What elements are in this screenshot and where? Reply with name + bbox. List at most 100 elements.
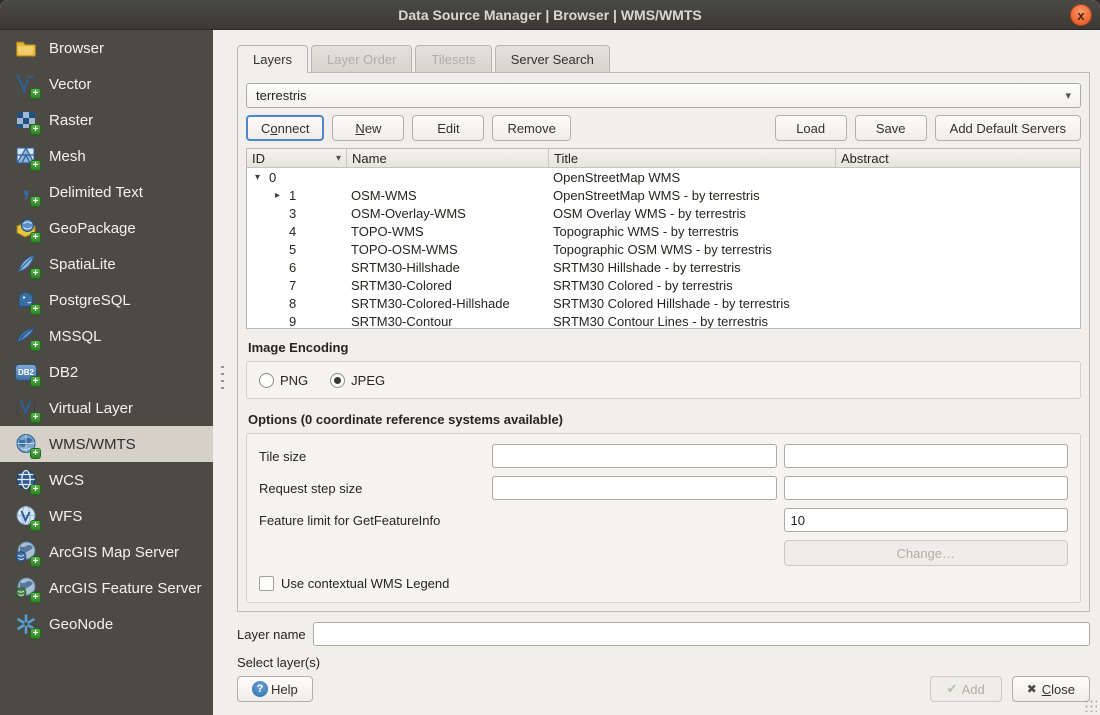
image-encoding-title: Image Encoding [248, 340, 1081, 355]
layer-name-label: Layer name [237, 627, 313, 642]
tab-server-search[interactable]: Server Search [495, 45, 610, 72]
sidebar-item-wms-wmts[interactable]: + WMS/WMTS [0, 426, 213, 462]
raster-icon: + [13, 107, 39, 133]
tile-height-input[interactable] [784, 444, 1069, 468]
tile-size-label: Tile size [259, 449, 485, 464]
tree-expander-icon[interactable]: ▸ [271, 190, 284, 201]
sidebar-item-mssql[interactable]: + MSSQL [0, 318, 213, 354]
table-row[interactable]: 5 TOPO-OSM-WMS Topographic OSM WMS - by … [247, 240, 1080, 258]
sidebar-item-spatialite[interactable]: + SpatiaLite [0, 246, 213, 282]
table-row[interactable]: 3 OSM-Overlay-WMS OSM Overlay WMS - by t… [247, 204, 1080, 222]
jpeg-radio[interactable]: JPEG [330, 373, 385, 388]
server-connection-select[interactable]: terrestris ▾ [246, 83, 1081, 108]
column-header-name[interactable]: Name [347, 149, 549, 167]
tab-layers[interactable]: Layers [237, 45, 308, 72]
sidebar-item-mesh[interactable]: + Mesh [0, 138, 213, 174]
sidebar-item-delimited-text[interactable]: , + Delimited Text [0, 174, 213, 210]
sidebar-item-browser[interactable]: Browser [0, 30, 213, 66]
sidebar-item-label: Virtual Layer [49, 400, 133, 417]
virtual-layer-icon: + [13, 395, 39, 421]
sidebar-item-label: SpatiaLite [49, 256, 116, 273]
table-row[interactable]: ▸1 OSM-WMS OpenStreetMap WMS - by terres… [247, 186, 1080, 204]
vector-icon: + [13, 71, 39, 97]
table-row[interactable]: 8 SRTM30-Colored-Hillshade SRTM30 Colore… [247, 294, 1080, 312]
wcs-icon: + [13, 467, 39, 493]
add-layer-badge-icon: + [30, 484, 41, 495]
sidebar-item-wfs[interactable]: + WFS [0, 498, 213, 534]
connect-button[interactable]: Connect [246, 115, 324, 141]
table-row[interactable]: ▾0 OpenStreetMap WMS [247, 168, 1080, 186]
table-row[interactable]: 9 SRTM30-Contour SRTM30 Contour Lines - … [247, 312, 1080, 329]
sidebar-item-label: WCS [49, 472, 84, 489]
help-question-icon: ? [252, 681, 268, 697]
table-row[interactable]: 6 SRTM30-Hillshade SRTM30 Hillshade - by… [247, 258, 1080, 276]
save-button[interactable]: Save [855, 115, 927, 141]
data-source-manager-window: Data Source Manager | Browser | WMS/WMTS… [0, 0, 1100, 715]
source-type-sidebar: Browser + Vector + Raster + [0, 30, 213, 715]
add-layer-badge-icon: + [30, 124, 41, 135]
add-layer-badge-icon: + [30, 304, 41, 315]
sidebar-item-geonode[interactable]: + GeoNode [0, 606, 213, 642]
add-layer-badge-icon: + [30, 160, 41, 171]
request-step-width-input[interactable] [492, 476, 777, 500]
sidebar-item-raster[interactable]: + Raster [0, 102, 213, 138]
sidebar-item-label: DB2 [49, 364, 78, 381]
arcgis-feature-server-icon: + [13, 575, 39, 601]
close-x-icon: ✖ [1027, 682, 1037, 696]
add-layer-badge-icon: + [30, 340, 41, 351]
add-layer-badge-icon: + [30, 628, 41, 639]
column-header-id[interactable]: ID ▾ [247, 149, 347, 167]
tile-width-input[interactable] [492, 444, 777, 468]
sidebar-item-label: Raster [49, 112, 93, 129]
sidebar-item-label: Mesh [49, 148, 86, 165]
sidebar-item-vector[interactable]: + Vector [0, 66, 213, 102]
layers-tree-table: ID ▾ Name Title Abstract ▾0 OpenStreetMa… [246, 148, 1081, 329]
add-layer-badge-icon: + [30, 448, 41, 459]
new-button[interactable]: New [332, 115, 404, 141]
help-button[interactable]: ? Help [237, 676, 313, 702]
sidebar-item-label: WMS/WMTS [49, 436, 136, 453]
table-header: ID ▾ Name Title Abstract [247, 149, 1080, 168]
table-row[interactable]: 4 TOPO-WMS Topographic WMS - by terrestr… [247, 222, 1080, 240]
window-close-button[interactable]: x [1070, 4, 1092, 26]
close-icon: x [1077, 9, 1084, 22]
remove-button[interactable]: Remove [492, 115, 570, 141]
window-title: Data Source Manager | Browser | WMS/WMTS [398, 7, 701, 23]
sidebar-item-arcgis-feature-server[interactable]: + ArcGIS Feature Server [0, 570, 213, 606]
request-step-height-input[interactable] [784, 476, 1069, 500]
wms-wmts-page: Layers Layer Order Tilesets Server Searc… [213, 30, 1100, 715]
add-default-servers-button[interactable]: Add Default Servers [935, 115, 1081, 141]
sidebar-item-label: Delimited Text [49, 184, 143, 201]
tab-bar: Layers Layer Order Tilesets Server Searc… [237, 45, 1090, 72]
options-title: Options (0 coordinate reference systems … [248, 412, 1081, 427]
sidebar-item-db2[interactable]: DB2 + DB2 [0, 354, 213, 390]
sidebar-item-wcs[interactable]: + WCS [0, 462, 213, 498]
window-resize-grip[interactable] [1084, 699, 1097, 712]
layer-name-input[interactable] [313, 622, 1090, 646]
postgresql-icon: + [13, 287, 39, 313]
sidebar-item-virtual-layer[interactable]: + Virtual Layer [0, 390, 213, 426]
add-button: ✔ Add [930, 676, 1002, 702]
sidebar-item-arcgis-map-server[interactable]: + ArcGIS Map Server [0, 534, 213, 570]
sidebar-splitter-handle[interactable] [221, 366, 224, 394]
tree-expander-icon[interactable]: ▾ [251, 172, 264, 183]
sidebar-item-label: WFS [49, 508, 82, 525]
add-layer-badge-icon: + [30, 592, 41, 603]
add-layer-badge-icon: + [30, 556, 41, 567]
table-row[interactable]: 7 SRTM30-Colored SRTM30 Colored - by ter… [247, 276, 1080, 294]
sidebar-item-label: GeoPackage [49, 220, 136, 237]
contextual-legend-checkbox[interactable]: Use contextual WMS Legend [259, 576, 1068, 591]
add-layer-badge-icon: + [30, 376, 41, 387]
delimited-text-icon: , + [13, 179, 39, 205]
sidebar-item-geopackage[interactable]: + GeoPackage [0, 210, 213, 246]
column-header-title[interactable]: Title [549, 149, 836, 167]
png-radio[interactable]: PNG [259, 373, 308, 388]
feature-limit-input[interactable] [784, 508, 1069, 532]
mssql-icon: + [13, 323, 39, 349]
load-button[interactable]: Load [775, 115, 847, 141]
column-header-abstract[interactable]: Abstract [836, 149, 1080, 167]
sidebar-item-postgresql[interactable]: + PostgreSQL [0, 282, 213, 318]
edit-button[interactable]: Edit [412, 115, 484, 141]
connection-buttons-row: Connect New Edit Remove Load Save Add De… [246, 115, 1081, 141]
close-button[interactable]: ✖ Close [1012, 676, 1090, 702]
